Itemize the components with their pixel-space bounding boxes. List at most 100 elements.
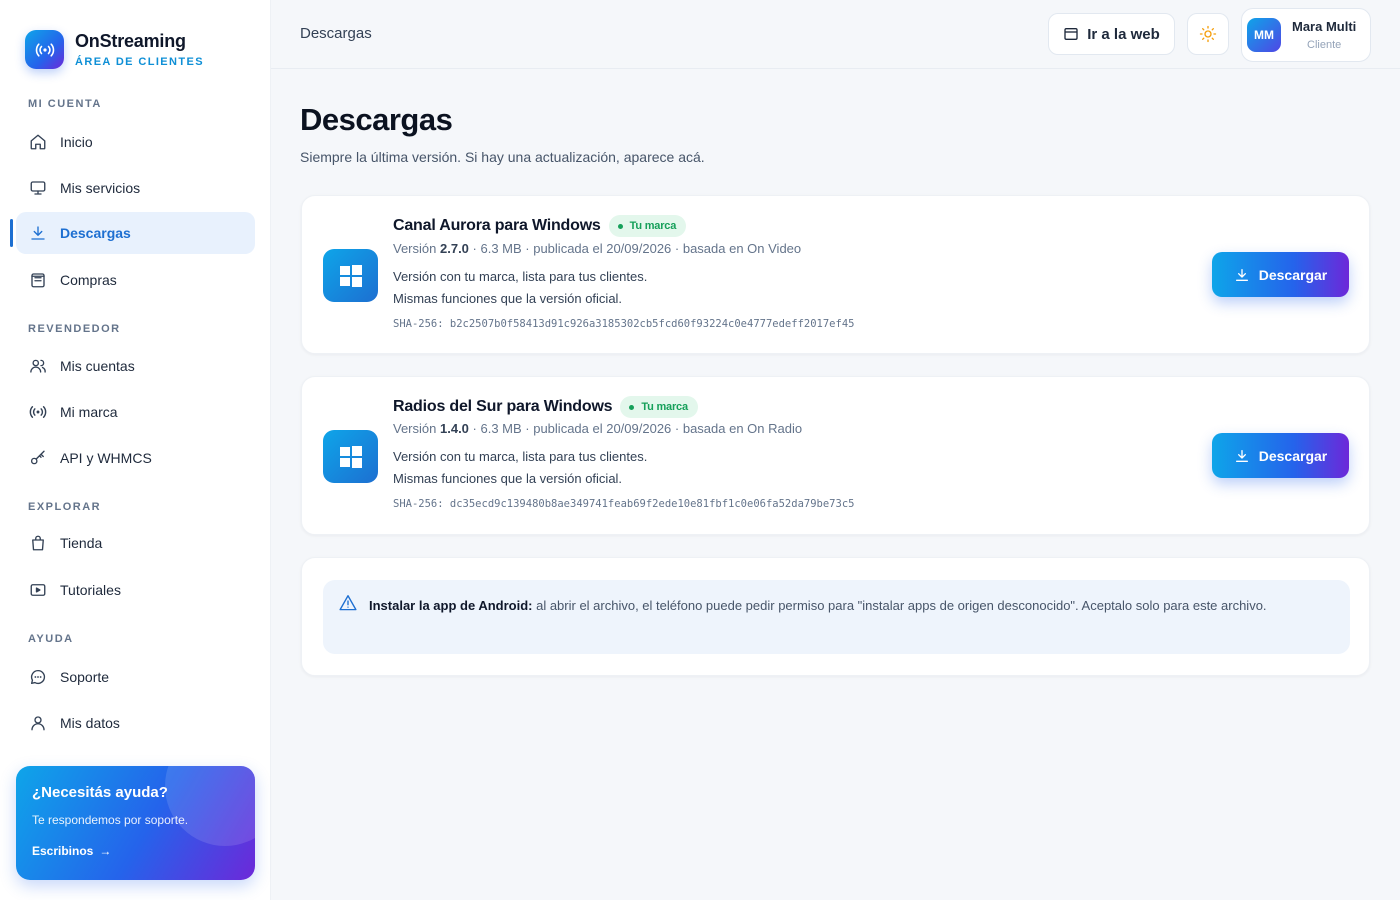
sidebar-item-inicio[interactable]: Inicio [16, 121, 255, 163]
download-details: · 6.3 MB · publicada el 20/09/2026 · bas… [472, 421, 803, 436]
sha-checksum: SHA-256: dc35ecd9c139480b8ae349741feab69… [393, 498, 855, 510]
download-meta: Versión 2.7.0 · 6.3 MB · publicada el 20… [393, 241, 801, 256]
version-prefix: Versión [393, 241, 437, 256]
sidebar-item-label: Tienda [60, 535, 103, 551]
key-icon [28, 448, 48, 468]
sidebar-item-label: API y WHMCS [60, 450, 152, 466]
help-description: Te respondemos por soporte. [32, 813, 189, 827]
description-line: Versión con tu marca, lista para tus cli… [393, 449, 648, 464]
sidebar-item-mis-servicios[interactable]: Mis servicios [16, 167, 255, 209]
download-description: Versión con tu marca, lista para tus cli… [393, 266, 647, 310]
sidebar-item-label: Mis cuentas [60, 358, 135, 374]
download-description: Versión con tu marca, lista para tus cli… [393, 446, 647, 490]
status-dot [617, 223, 623, 229]
description-line: Versión con tu marca, lista para tus cli… [393, 269, 648, 284]
sidebar-item-label: Soporte [60, 669, 110, 685]
notice-bold: Instalar la app de Android: [369, 598, 533, 613]
description-line: Mismas funciones que la versión oficial. [393, 291, 623, 306]
page-title: Descargas [300, 102, 453, 137]
home-icon [28, 132, 48, 152]
shopping-bag-icon [28, 533, 48, 553]
download-icon [1234, 448, 1250, 464]
sidebar-item-label: Tutoriales [60, 582, 121, 598]
download-card: Radios del Sur para Windows Tu marca Ver… [301, 376, 1370, 535]
topbar: Descargas Ir a la web MM Mara Multi Clie… [271, 0, 1400, 69]
browser-window-icon [1063, 26, 1079, 42]
section-label-revendedor: REVENDEDOR [28, 323, 121, 335]
theme-toggle-button[interactable] [1187, 13, 1229, 55]
broadcast-icon [28, 402, 48, 422]
sidebar-item-label: Mi marca [60, 404, 118, 420]
sidebar-item-label: Compras [60, 272, 117, 288]
user-role: Cliente [1307, 39, 1342, 51]
sidebar: OnStreaming ÁREA DE CLIENTES MI CUENTA I… [0, 0, 271, 900]
help-card: ¿Necesitás ayuda? Te respondemos por sop… [16, 766, 255, 880]
brand-badge: Tu marca [620, 396, 698, 418]
sidebar-item-mis-cuentas[interactable]: Mis cuentas [16, 345, 255, 387]
breadcrumb: Descargas [300, 25, 372, 42]
section-label-mi-cuenta: MI CUENTA [28, 98, 102, 110]
broadcast-logo-icon [25, 30, 64, 69]
sidebar-item-compras[interactable]: Compras [16, 259, 255, 301]
help-title: ¿Necesitás ayuda? [32, 784, 168, 801]
active-indicator [10, 219, 13, 247]
version-number: 2.7.0 [440, 241, 469, 256]
sidebar-item-api-whmcs[interactable]: API y WHMCS [16, 437, 255, 479]
status-dot [629, 404, 635, 410]
video-icon [28, 580, 48, 600]
user-name: Mara Multi [1292, 19, 1357, 34]
monitor-icon [28, 178, 48, 198]
decorative-circle [165, 766, 255, 846]
description-line: Mismas funciones que la versión oficial. [393, 471, 623, 486]
android-notice: Instalar la app de Android: al abrir el … [323, 580, 1350, 654]
download-button[interactable]: Descargar [1212, 252, 1349, 297]
windows-icon [323, 430, 378, 483]
sidebar-item-label: Descargas [60, 225, 131, 241]
sha-checksum: SHA-256: b2c2507b0f58413d91c926a3185302c… [393, 318, 855, 330]
download-button-label: Descargar [1258, 447, 1328, 464]
badge-label: Tu marca [641, 401, 688, 413]
download-meta: Versión 1.4.0 · 6.3 MB · publicada el 20… [393, 421, 802, 436]
warning-triangle-icon [339, 594, 357, 616]
sidebar-item-soporte[interactable]: Soporte [16, 656, 255, 698]
download-details: · 6.3 MB · publicada el 20/09/2026 · bas… [472, 241, 802, 256]
sidebar-item-label: Mis servicios [60, 180, 141, 196]
download-icon [1234, 267, 1250, 283]
arrow-right-icon: → [99, 844, 112, 858]
download-title: Canal Aurora para Windows [393, 217, 601, 234]
receipt-icon [28, 270, 48, 290]
brand-name: OnStreaming [75, 31, 186, 51]
brand-badge: Tu marca [608, 215, 687, 237]
page-subtitle: Siempre la última versión. Si hay una ac… [300, 149, 705, 165]
help-link[interactable]: Escribinos → [32, 844, 111, 858]
go-to-web-button[interactable]: Ir a la web [1048, 13, 1175, 55]
section-label-explorar: EXPLORAR [28, 501, 102, 513]
chat-icon [28, 667, 48, 687]
download-button[interactable]: Descargar [1212, 433, 1349, 478]
user-menu[interactable]: MM Mara Multi Cliente [1241, 8, 1371, 62]
sun-icon [1199, 25, 1217, 43]
android-notice-card: Instalar la app de Android: al abrir el … [301, 557, 1370, 676]
go-to-web-label: Ir a la web [1087, 25, 1160, 43]
sidebar-item-tienda[interactable]: Tienda [16, 522, 255, 564]
sidebar-item-descargas[interactable]: Descargas [16, 212, 255, 254]
brand-subtitle: ÁREA DE CLIENTES [75, 56, 204, 68]
help-link-label: Escribinos [32, 844, 94, 858]
sidebar-item-label: Inicio [60, 134, 93, 150]
version-prefix: Versión [393, 421, 437, 436]
sidebar-item-mi-marca[interactable]: Mi marca [16, 391, 255, 433]
version-number: 1.4.0 [440, 421, 469, 436]
user-icon [28, 713, 48, 733]
users-icon [28, 356, 48, 376]
download-icon [28, 223, 48, 243]
download-button-label: Descargar [1258, 266, 1328, 283]
windows-icon [323, 249, 378, 302]
sidebar-item-mis-datos[interactable]: Mis datos [16, 702, 255, 744]
avatar: MM [1247, 18, 1281, 52]
sidebar-item-tutoriales[interactable]: Tutoriales [16, 569, 255, 611]
notice-text: Instalar la app de Android: al abrir el … [369, 594, 1329, 617]
section-label-ayuda: AYUDA [28, 633, 74, 645]
brand[interactable]: OnStreaming ÁREA DE CLIENTES [25, 30, 204, 69]
download-title: Radios del Sur para Windows [393, 398, 613, 415]
sidebar-item-label: Mis datos [60, 715, 120, 731]
